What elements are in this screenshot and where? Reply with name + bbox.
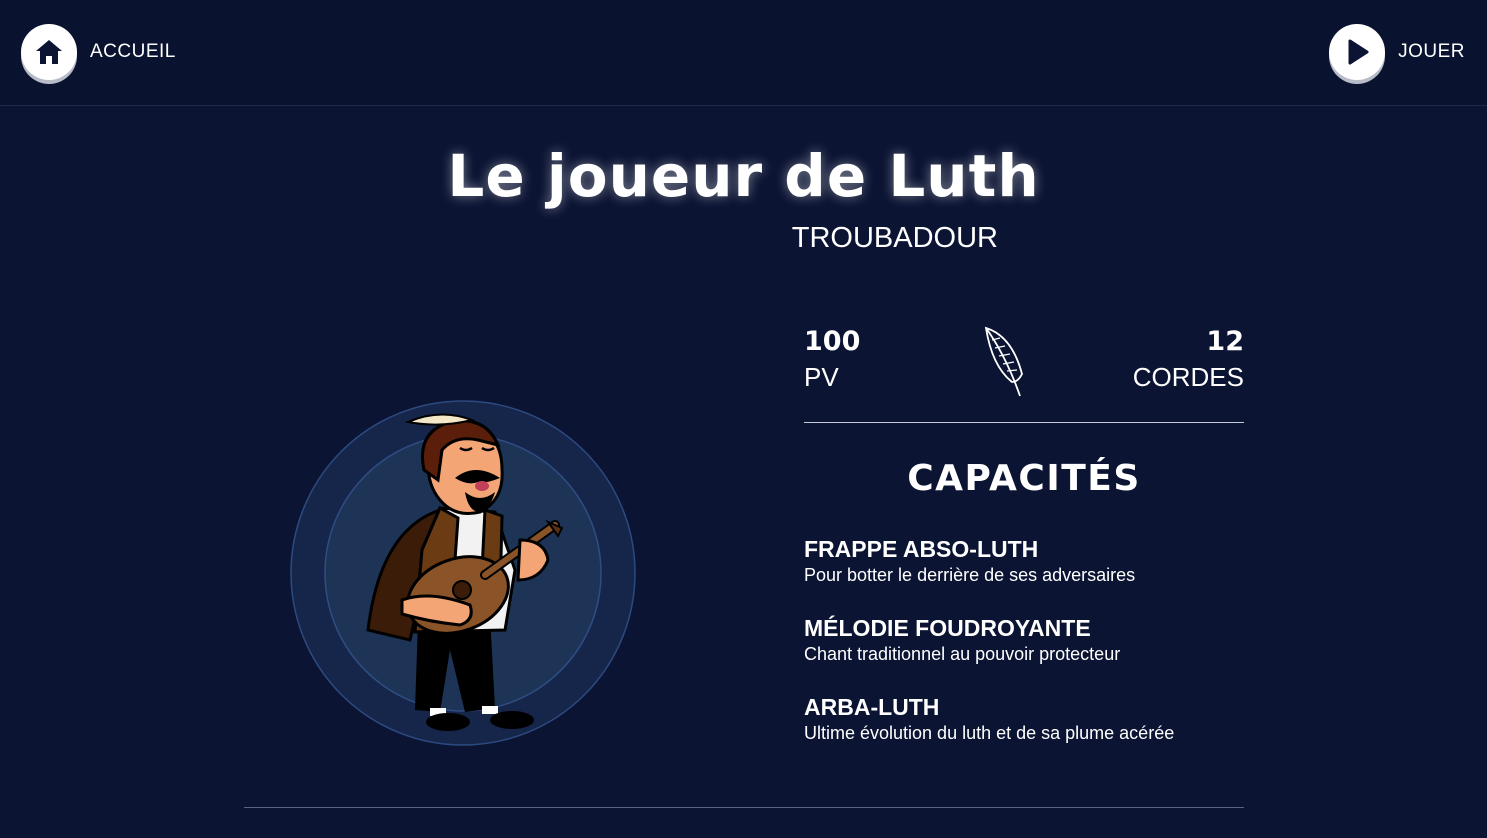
- ability-item: MÉLODIE FOUDROYANTE Chant traditionnel a…: [804, 614, 1264, 666]
- play-icon[interactable]: [1329, 24, 1386, 80]
- play-button[interactable]: JOUER: [1329, 24, 1465, 80]
- ability-name: ARBA-LUTH: [804, 694, 940, 720]
- ability-description: Pour botter le derrière de ses adversair…: [804, 565, 1136, 585]
- abilities-title: CAPACITÉS: [907, 458, 1141, 499]
- hp-label: PV: [804, 362, 839, 392]
- feather-icon: [982, 326, 1030, 403]
- ability-item: ARBA-LUTH Ultime évolution du luth et de…: [804, 693, 1264, 745]
- hp-value: 100: [804, 326, 861, 357]
- strings-stat: 12 CORDES: [1133, 326, 1244, 392]
- hp-stat: 100 PV: [804, 326, 860, 392]
- ability-description: Chant traditionnel au pouvoir protecteur: [804, 644, 1121, 664]
- section-divider: [244, 807, 1244, 808]
- ability-item: FRAPPE ABSO-LUTH Pour botter le derrière…: [804, 535, 1264, 587]
- home-label[interactable]: ACCUEIL: [90, 41, 176, 63]
- top-navigation-bar: ACCUEIL JOUER: [0, 0, 1487, 106]
- ability-description: Ultime évolution du luth et de sa plume …: [804, 723, 1175, 743]
- ability-name: MÉLODIE FOUDROYANTE: [804, 615, 1091, 641]
- home-icon[interactable]: [21, 24, 77, 80]
- strings-label: CORDES: [1132, 362, 1244, 392]
- character-name: Le joueur de Luth: [447, 142, 1040, 210]
- play-label[interactable]: JOUER: [1398, 41, 1465, 63]
- lute-player-portrait: [290, 400, 636, 746]
- stats-panel: 100 PV 12 CORDES: [804, 326, 1244, 423]
- home-button[interactable]: ACCUEIL: [21, 24, 176, 80]
- ability-name: FRAPPE ABSO-LUTH: [804, 536, 1039, 562]
- character-class: TROUBADOUR: [791, 222, 998, 254]
- strings-value: 12: [1206, 326, 1244, 357]
